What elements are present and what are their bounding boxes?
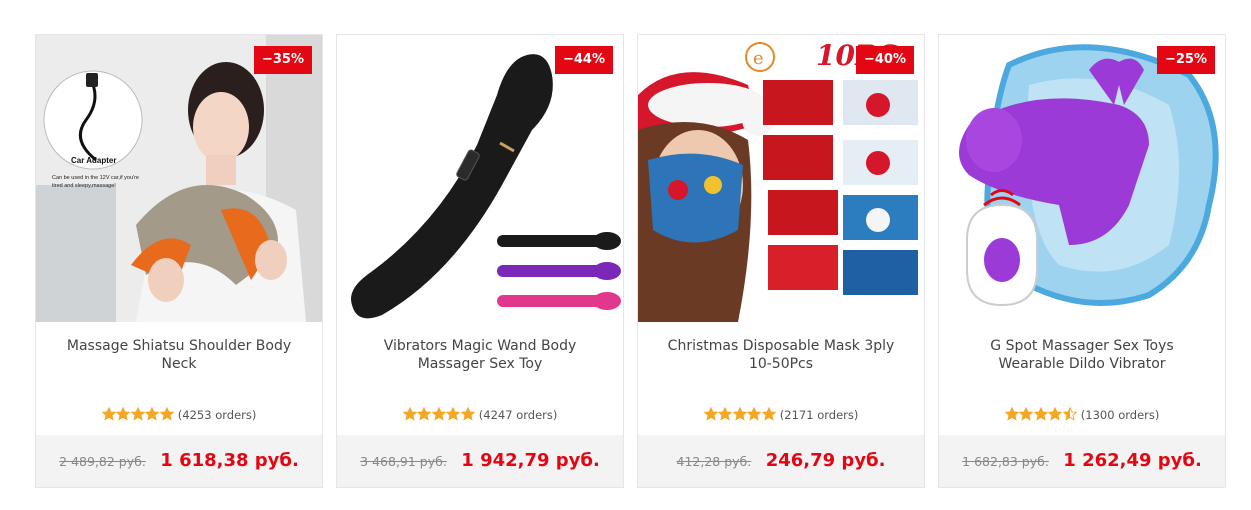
magic-wand-photo xyxy=(337,35,623,322)
star-icon xyxy=(417,407,432,421)
brand-logo: e xyxy=(753,48,764,69)
star-rating xyxy=(101,407,175,424)
product-title[interactable]: Christmas Disposable Mask 3ply 10-50Pcs xyxy=(658,337,904,373)
star-icon xyxy=(1004,407,1019,421)
star-icon xyxy=(460,407,475,421)
star-icon xyxy=(402,407,417,421)
product-card[interactable]: −44% Vibrators Magic Wand Body Massager … xyxy=(336,34,624,488)
orders-count: (4253 orders) xyxy=(177,408,257,422)
sale-price: 246,79 руб. xyxy=(765,450,886,471)
star-icon xyxy=(747,407,762,421)
star-icon xyxy=(1033,407,1048,421)
sale-price: 1 262,49 руб. xyxy=(1063,450,1202,471)
shoulder-massager-photo: Car Adapter Can be used in the 12V car,i… xyxy=(36,35,322,322)
star-icon xyxy=(1062,407,1077,421)
star-rating xyxy=(703,407,777,424)
product-grid: Car Adapter Can be used in the 12V car,i… xyxy=(35,34,1227,489)
star-icon xyxy=(732,407,747,421)
product-rating: (1300 orders) xyxy=(939,407,1225,424)
star-icon xyxy=(761,407,776,421)
price-bar: 2 489,82 руб. 1 618,38 руб. xyxy=(36,435,322,487)
price-bar: 1 682,83 руб. 1 262,49 руб. xyxy=(939,435,1225,487)
discount-badge: −40% xyxy=(855,46,914,74)
star-icon xyxy=(145,407,160,421)
star-icon xyxy=(116,407,131,421)
product-rating: (4247 orders) xyxy=(337,407,623,424)
old-price: 412,28 руб. xyxy=(676,454,752,469)
star-rating xyxy=(1004,407,1078,424)
star-icon xyxy=(1048,407,1063,421)
product-title[interactable]: G Spot Massager Sex Toys Wearable Dildo … xyxy=(959,337,1205,373)
star-icon xyxy=(718,407,733,421)
product-image[interactable]: e 10PC −40% xyxy=(638,35,924,322)
orders-count: (2171 orders) xyxy=(779,408,859,422)
product-card[interactable]: e 10PC −40% Christmas Disposable Mask 3p… xyxy=(637,34,925,488)
star-icon xyxy=(1019,407,1034,421)
star-icon xyxy=(159,407,174,421)
star-icon xyxy=(703,407,718,421)
orders-count: (1300 orders) xyxy=(1080,408,1160,422)
star-icon xyxy=(431,407,446,421)
product-image[interactable]: −44% xyxy=(337,35,623,322)
product-rating: (2171 orders) xyxy=(638,407,924,424)
image-label: Car Adapter xyxy=(71,156,117,165)
discount-badge: −44% xyxy=(554,46,613,74)
sale-price: 1 618,38 руб. xyxy=(160,450,299,471)
image-caption: Can be used in the 12V car,if you're xyxy=(52,175,139,181)
discount-badge: −25% xyxy=(1156,46,1215,74)
product-rating: (4253 orders) xyxy=(36,407,322,424)
old-price: 1 682,83 руб. xyxy=(962,454,1049,469)
product-title[interactable]: Vibrators Magic Wand Body Massager Sex T… xyxy=(357,337,603,373)
product-image[interactable]: −25% xyxy=(939,35,1225,322)
product-title[interactable]: Massage Shiatsu Shoulder Body Neck xyxy=(56,337,302,373)
star-rating xyxy=(402,407,476,424)
star-icon xyxy=(130,407,145,421)
old-price: 3 468,91 руб. xyxy=(360,454,447,469)
product-image[interactable]: Car Adapter Can be used in the 12V car,i… xyxy=(36,35,322,322)
image-caption: tired and sleepy,massage! xyxy=(52,183,116,189)
christmas-mask-photo: e 10PC xyxy=(638,35,924,322)
price-bar: 3 468,91 руб. 1 942,79 руб. xyxy=(337,435,623,487)
sale-price: 1 942,79 руб. xyxy=(461,450,600,471)
old-price: 2 489,82 руб. xyxy=(59,454,146,469)
wearable-vibrator-photo xyxy=(939,35,1225,322)
product-card[interactable]: −25% G Spot Massager Sex Toys Wearable D… xyxy=(938,34,1226,488)
discount-badge: −35% xyxy=(253,46,312,74)
star-icon xyxy=(446,407,461,421)
star-icon xyxy=(101,407,116,421)
product-card[interactable]: Car Adapter Can be used in the 12V car,i… xyxy=(35,34,323,488)
orders-count: (4247 orders) xyxy=(478,408,558,422)
price-bar: 412,28 руб. 246,79 руб. xyxy=(638,435,924,487)
